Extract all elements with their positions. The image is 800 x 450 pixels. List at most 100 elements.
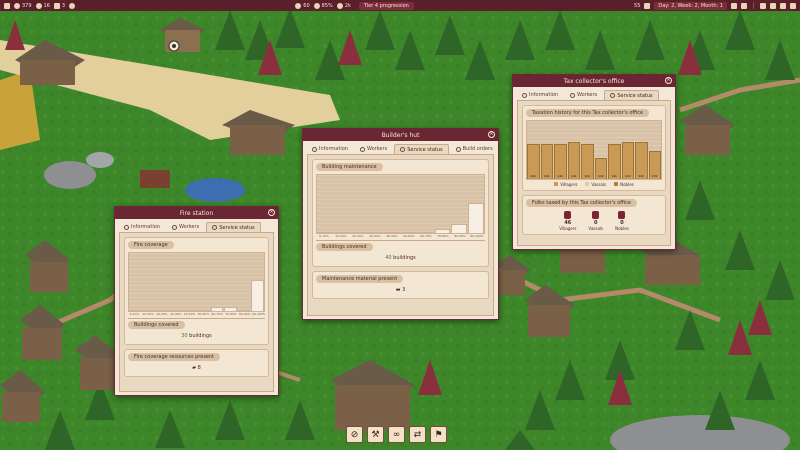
tab-build-orders[interactable]: Build orders xyxy=(451,144,498,154)
folks-label: Folks taxed by this Tax collector's offi… xyxy=(526,199,637,207)
tax-bar-label: $4k xyxy=(557,174,564,178)
relocate-icon: ⇄ xyxy=(413,429,422,440)
tax-bar: $4k xyxy=(567,141,580,179)
x-tick-label: 80-90% xyxy=(454,234,466,238)
close-icon[interactable]: × xyxy=(268,209,275,216)
list-icon xyxy=(455,146,461,152)
chart-bar xyxy=(350,232,367,233)
clock-icon[interactable] xyxy=(69,2,76,9)
window-title: Builder's hut xyxy=(381,131,420,139)
tab-service-status[interactable]: Service status xyxy=(206,222,261,232)
coverage-label: Fire coverage xyxy=(128,241,174,249)
tab-workers[interactable]: Workers xyxy=(565,90,602,100)
tax-office-window[interactable]: Tax collector's office × Information Wor… xyxy=(512,74,676,250)
chart-icon[interactable] xyxy=(770,2,776,9)
legend-nobles: Nobles xyxy=(614,182,634,187)
resources-value: ▰ 8 xyxy=(192,365,201,371)
tax-bar: $4k xyxy=(527,143,540,179)
divider xyxy=(753,2,754,9)
x-tick-label: 30-40% xyxy=(369,234,381,238)
workers-icon xyxy=(569,92,575,98)
chart-bar xyxy=(400,232,417,233)
workers-counter[interactable]: 16 xyxy=(35,2,50,9)
chart-bar xyxy=(417,232,434,233)
chart-bar xyxy=(317,232,333,233)
play-icon[interactable] xyxy=(731,2,737,9)
pickaxe-button[interactable]: ⚒ xyxy=(367,426,384,443)
demolish-button[interactable]: ⊘ xyxy=(346,426,363,443)
binoculars-icon: ∞ xyxy=(392,429,401,440)
binoculars-button[interactable]: ∞ xyxy=(388,426,405,443)
tax-bar-label: $4k xyxy=(530,174,537,178)
tax-bar: $4k xyxy=(554,143,567,179)
legend-swatch xyxy=(554,182,559,186)
close-icon[interactable]: × xyxy=(665,77,672,84)
x-tick-label: 30-40% xyxy=(170,312,182,316)
people-icon xyxy=(295,2,302,9)
chart-bar xyxy=(434,229,451,233)
chart-bar xyxy=(451,223,468,233)
plank-icon: ▬ xyxy=(395,287,401,293)
builders-hut-window[interactable]: Builder's hut × Information Workers Serv… xyxy=(302,128,499,320)
tax-bar: $2k xyxy=(594,158,607,179)
tab-information[interactable]: Information xyxy=(517,90,563,100)
storage-counter[interactable]: 2k xyxy=(336,2,351,9)
speed-counter[interactable]: 55 xyxy=(634,3,640,9)
tax-bar-label: $4k xyxy=(611,174,618,178)
folks-section: Folks taxed by this Tax collector's offi… xyxy=(522,195,666,235)
flag-button[interactable]: ⚑ xyxy=(430,426,447,443)
x-tick-label: 40-50% xyxy=(183,312,196,316)
window-title-bar[interactable]: Fire station × xyxy=(115,207,278,219)
slot-counter[interactable]: 3 xyxy=(53,2,65,9)
chart-bar xyxy=(129,310,142,311)
date-display: Day: 2, Week: 2, Month: 1 xyxy=(654,1,727,10)
chart-bar xyxy=(384,232,400,233)
folk-nobles: 0 Nobles xyxy=(615,211,629,231)
chart-bar xyxy=(183,310,196,311)
tab-workers[interactable]: Workers xyxy=(167,222,204,232)
tax-bar: $4k xyxy=(540,143,553,179)
bucket-icon: ▰ xyxy=(192,365,197,371)
coverage-x-labels: 0-10% 10-20% 20-30% 30-40% 40-50% 50-60% 60-70… xyxy=(128,312,265,316)
relocate-button[interactable]: ⇄ xyxy=(409,426,426,443)
tab-service-status[interactable]: Service status xyxy=(604,90,659,100)
top-resource-bar: 379 16 3 60 85% 2k Tier 4 progression 55… xyxy=(0,0,800,11)
tier-progression-button[interactable]: Tier 4 progression xyxy=(358,1,414,10)
tab-workers[interactable]: Workers xyxy=(355,144,392,154)
slot-icon xyxy=(53,2,60,9)
fast-forward-icon[interactable] xyxy=(741,2,747,9)
x-tick-label: 90-100% xyxy=(470,234,484,238)
close-icon[interactable]: × xyxy=(488,131,495,138)
chart-bar xyxy=(169,310,183,311)
resources-section: Fire coverage resources present ▰ 8 xyxy=(124,349,269,377)
list-icon[interactable] xyxy=(760,2,766,9)
pause-icon[interactable] xyxy=(644,2,651,9)
x-tick-label: 60-70% xyxy=(211,312,223,316)
money-counter[interactable]: 379 xyxy=(14,2,32,9)
demolish-icon: ⊘ xyxy=(350,429,359,440)
bell-icon[interactable] xyxy=(780,2,786,9)
x-tick-label: 20-30% xyxy=(156,312,168,316)
tax-history-section: Taxation history for this Tax collector'… xyxy=(522,105,666,191)
x-tick-label: 0-10% xyxy=(129,312,140,316)
fire-station-window[interactable]: Fire station × Information Workers Servi… xyxy=(114,206,279,396)
tax-bar-label: $4k xyxy=(543,174,550,178)
window-title: Tax collector's office xyxy=(563,77,625,85)
window-title-bar[interactable]: Tax collector's office × xyxy=(513,75,675,87)
tab-information[interactable]: Information xyxy=(307,144,353,154)
happiness-counter[interactable]: 85% xyxy=(313,2,333,9)
population-counter[interactable]: 60 xyxy=(295,2,310,9)
tab-bar: Information Workers Service status Build… xyxy=(303,141,498,154)
service-panel: Taxation history for this Tax collector'… xyxy=(517,100,671,246)
coverage-section: Fire coverage 0-10% 10-20% 20-30% 30-40% 40-… xyxy=(124,237,269,345)
chart-bar xyxy=(142,310,156,311)
window-title-bar[interactable]: Builder's hut × xyxy=(303,129,498,141)
menu-icon[interactable] xyxy=(4,2,10,9)
chart-bar xyxy=(251,280,264,311)
tab-information[interactable]: Information xyxy=(119,222,165,232)
tax-bar: $4k xyxy=(635,141,648,179)
workers-icon xyxy=(359,146,365,152)
tab-service-status[interactable]: Service status xyxy=(394,144,449,154)
x-tick-label: 80-90% xyxy=(238,312,251,316)
settings-icon[interactable] xyxy=(790,2,796,9)
